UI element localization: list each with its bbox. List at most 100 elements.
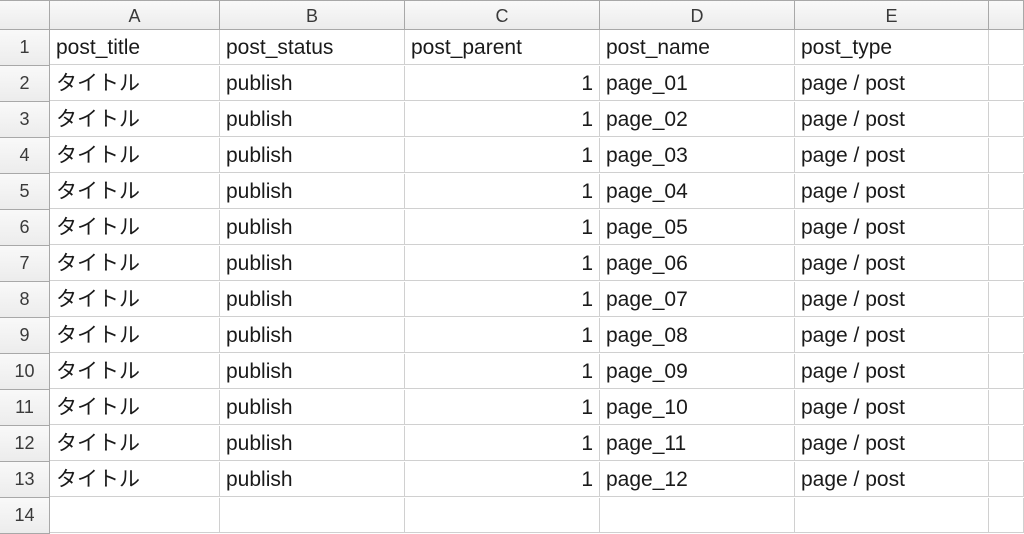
cell[interactable]: 1 [405, 66, 600, 101]
cell[interactable]: タイトル [50, 426, 220, 461]
cell[interactable]: page_02 [600, 102, 795, 137]
cell-D1[interactable]: post_name [600, 30, 795, 65]
cell[interactable]: タイトル [50, 318, 220, 353]
cell[interactable]: page / post [795, 282, 989, 317]
row-header[interactable]: 8 [0, 282, 50, 318]
row-header[interactable]: 2 [0, 66, 50, 102]
cell-empty[interactable] [600, 498, 795, 533]
cell[interactable]: 1 [405, 318, 600, 353]
cell-empty[interactable] [220, 498, 405, 533]
cell[interactable]: タイトル [50, 174, 220, 209]
cell[interactable]: タイトル [50, 282, 220, 317]
cell-A1[interactable]: post_title [50, 30, 220, 65]
cell-overflow[interactable] [989, 246, 1024, 281]
cell[interactable]: publish [220, 210, 405, 245]
cell[interactable]: page / post [795, 390, 989, 425]
cell[interactable]: page / post [795, 66, 989, 101]
cell[interactable]: page / post [795, 174, 989, 209]
cell[interactable]: page / post [795, 426, 989, 461]
cell[interactable]: タイトル [50, 138, 220, 173]
cell[interactable]: page_09 [600, 354, 795, 389]
cell[interactable]: タイトル [50, 390, 220, 425]
cell[interactable]: page / post [795, 102, 989, 137]
cell[interactable]: 1 [405, 462, 600, 497]
row-header[interactable]: 7 [0, 246, 50, 282]
cell[interactable]: publish [220, 390, 405, 425]
column-header-B[interactable]: B [220, 0, 405, 30]
select-all-corner[interactable] [0, 0, 50, 30]
row-header[interactable]: 11 [0, 390, 50, 426]
row-header[interactable]: 3 [0, 102, 50, 138]
cell-C1[interactable]: post_parent [405, 30, 600, 65]
cell[interactable]: 1 [405, 138, 600, 173]
cell-overflow[interactable] [989, 282, 1024, 317]
cell-overflow[interactable] [989, 30, 1024, 65]
cell[interactable]: page_11 [600, 426, 795, 461]
cell[interactable]: page / post [795, 354, 989, 389]
cell[interactable]: page / post [795, 318, 989, 353]
cell[interactable]: 1 [405, 426, 600, 461]
cell[interactable]: 1 [405, 174, 600, 209]
cell[interactable]: タイトル [50, 354, 220, 389]
cell[interactable]: タイトル [50, 462, 220, 497]
column-header-overflow[interactable] [989, 0, 1024, 30]
cell[interactable]: タイトル [50, 66, 220, 101]
column-header-E[interactable]: E [795, 0, 989, 30]
cell-overflow[interactable] [989, 426, 1024, 461]
cell[interactable]: publish [220, 462, 405, 497]
cell-overflow[interactable] [989, 318, 1024, 353]
cell-overflow[interactable] [989, 174, 1024, 209]
cell[interactable]: page_05 [600, 210, 795, 245]
cell[interactable]: publish [220, 66, 405, 101]
column-header-D[interactable]: D [600, 0, 795, 30]
cell[interactable]: page_06 [600, 246, 795, 281]
row-header[interactable]: 9 [0, 318, 50, 354]
cell-overflow[interactable] [989, 66, 1024, 101]
row-header[interactable]: 14 [0, 498, 50, 534]
cell[interactable]: 1 [405, 390, 600, 425]
cell[interactable]: publish [220, 426, 405, 461]
cell[interactable]: publish [220, 174, 405, 209]
cell[interactable]: publish [220, 354, 405, 389]
cell-E1[interactable]: post_type [795, 30, 989, 65]
cell[interactable]: 1 [405, 102, 600, 137]
cell[interactable]: publish [220, 138, 405, 173]
column-header-C[interactable]: C [405, 0, 600, 30]
cell[interactable]: page / post [795, 210, 989, 245]
cell-overflow[interactable] [989, 354, 1024, 389]
cell[interactable]: publish [220, 246, 405, 281]
cell-overflow[interactable] [989, 210, 1024, 245]
cell-empty[interactable] [50, 498, 220, 533]
cell-B1[interactable]: post_status [220, 30, 405, 65]
row-header[interactable]: 1 [0, 30, 50, 66]
cell[interactable]: タイトル [50, 102, 220, 137]
cell[interactable]: publish [220, 318, 405, 353]
cell[interactable]: タイトル [50, 210, 220, 245]
cell[interactable]: page_10 [600, 390, 795, 425]
cell[interactable]: page_07 [600, 282, 795, 317]
cell-empty[interactable] [405, 498, 600, 533]
cell[interactable]: publish [220, 102, 405, 137]
row-header[interactable]: 12 [0, 426, 50, 462]
cell[interactable]: publish [220, 282, 405, 317]
row-header[interactable]: 10 [0, 354, 50, 390]
cell-overflow[interactable] [989, 390, 1024, 425]
row-header[interactable]: 5 [0, 174, 50, 210]
cell-empty[interactable] [795, 498, 989, 533]
cell[interactable]: 1 [405, 246, 600, 281]
cell[interactable]: 1 [405, 210, 600, 245]
cell[interactable]: page / post [795, 246, 989, 281]
spreadsheet-grid[interactable]: A B C D E 1 post_title post_status post_… [0, 0, 1024, 534]
cell-overflow[interactable] [989, 138, 1024, 173]
cell-overflow[interactable] [989, 498, 1024, 533]
column-header-A[interactable]: A [50, 0, 220, 30]
cell[interactable]: page_04 [600, 174, 795, 209]
cell[interactable]: page_12 [600, 462, 795, 497]
row-header[interactable]: 13 [0, 462, 50, 498]
cell-overflow[interactable] [989, 102, 1024, 137]
cell[interactable]: page / post [795, 462, 989, 497]
cell[interactable]: 1 [405, 282, 600, 317]
row-header[interactable]: 6 [0, 210, 50, 246]
cell[interactable]: page_08 [600, 318, 795, 353]
cell[interactable]: タイトル [50, 246, 220, 281]
